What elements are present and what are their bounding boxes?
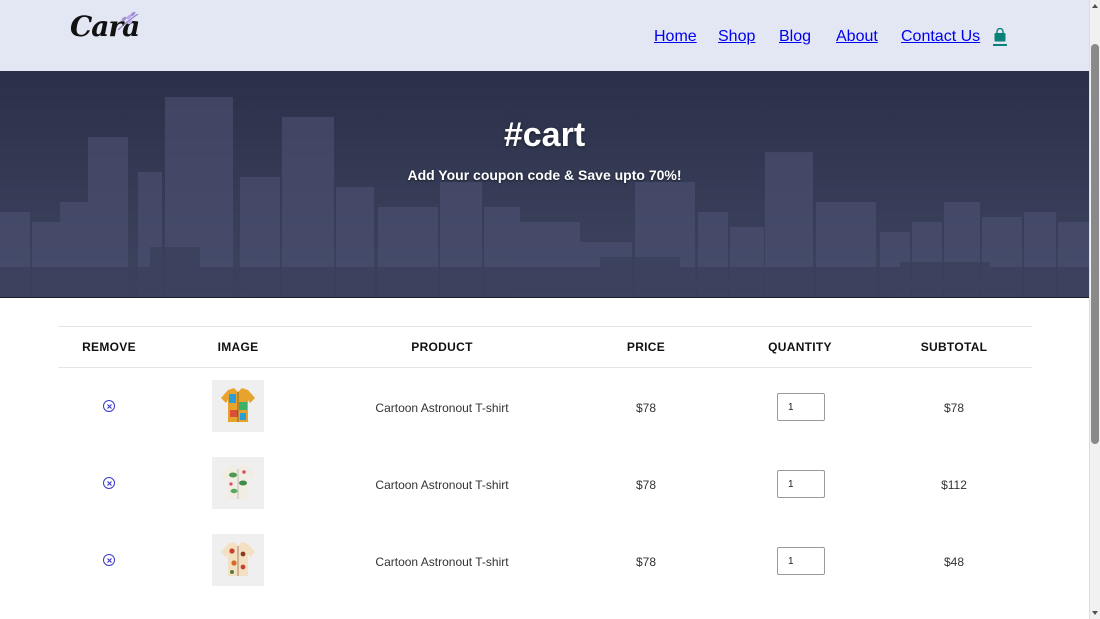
product-price: $78 (635, 401, 657, 415)
product-image (212, 534, 264, 586)
col-product: PRODUCT (411, 340, 473, 354)
product-image (212, 457, 264, 509)
product-price: $78 (635, 478, 657, 492)
product-name: Cartoon Astronout T-shirt (375, 478, 509, 492)
circle-x-icon (106, 480, 112, 486)
hero-subtitle: Add Your coupon code & Save upto 70%! (407, 167, 682, 183)
product-name: Cartoon Astronout T-shirt (375, 555, 509, 569)
col-quantity: QUANTITY (768, 340, 832, 354)
remove-item-button[interactable] (103, 400, 115, 412)
table-row: Cartoon Astronout T-shirt $78 $112 (58, 445, 1032, 522)
shopping-bag-icon (994, 27, 1006, 42)
scroll-up-arrow-icon[interactable] (1092, 4, 1098, 8)
row-subtotal: $48 (943, 555, 965, 569)
logo[interactable]: Cara (70, 8, 150, 48)
row-subtotal: $112 (941, 478, 967, 492)
remove-item-button[interactable] (103, 554, 115, 566)
vertical-scrollbar[interactable] (1089, 0, 1100, 619)
hero-banner: #cart Add Your coupon code & Save upto 7… (0, 72, 1089, 298)
nav-contact-us[interactable]: Contact Us (901, 28, 980, 46)
product-name: Cartoon Astronout T-shirt (375, 401, 509, 415)
table-header: REMOVE IMAGE PRODUCT PRICE QUANTITY SUBT… (58, 327, 1032, 368)
product-image (212, 380, 264, 432)
quantity-input[interactable] (777, 393, 825, 421)
scroll-down-arrow-icon[interactable] (1092, 611, 1098, 615)
page: Cara Home Shop Blog About Contact Us #ca… (0, 0, 1089, 619)
patterned-shirt-icon (221, 388, 255, 422)
col-subtotal: SUBTOTAL (920, 340, 988, 354)
remove-item-button[interactable] (103, 477, 115, 489)
nav-blog[interactable]: Blog (779, 28, 811, 46)
circle-x-icon (106, 557, 112, 563)
table-row: Cartoon Astronout T-shirt $78 $48 (58, 522, 1032, 599)
site-header: Cara Home Shop Blog About Contact Us (0, 0, 1089, 72)
row-subtotal: $78 (943, 401, 965, 415)
product-price: $78 (635, 555, 657, 569)
table-row: Cartoon Astronout T-shirt $78 $78 (58, 368, 1032, 445)
nav-shop[interactable]: Shop (718, 28, 755, 46)
cart-table: REMOVE IMAGE PRODUCT PRICE QUANTITY SUBT… (58, 326, 1032, 599)
scrollbar-thumb[interactable] (1091, 44, 1099, 444)
city-skyline-image (0, 97, 1089, 297)
cart-link[interactable] (993, 27, 1007, 46)
lavender-icon (117, 11, 139, 31)
nav-home[interactable]: Home (654, 28, 697, 46)
floral-shirt-icon (221, 465, 255, 499)
quantity-input[interactable] (777, 547, 825, 575)
circle-x-icon (106, 403, 112, 409)
col-remove: REMOVE (82, 340, 136, 354)
nav-about[interactable]: About (836, 28, 878, 46)
printed-shirt-icon (221, 542, 255, 576)
quantity-input[interactable] (777, 470, 825, 498)
col-price: PRICE (626, 340, 666, 354)
hero-title: #cart (503, 116, 586, 154)
col-image: IMAGE (217, 340, 259, 354)
